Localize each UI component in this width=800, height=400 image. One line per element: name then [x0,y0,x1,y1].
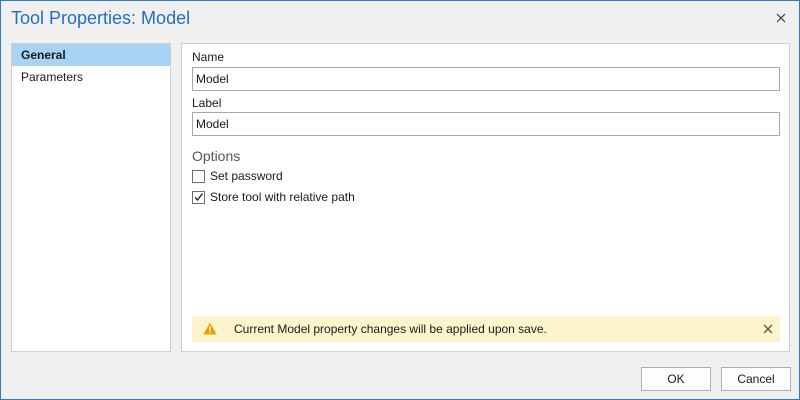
options-heading: Options [192,148,241,164]
sidebar-item-label: General [21,48,66,62]
label-field[interactable] [192,112,780,136]
set-password-checkbox[interactable]: Set password [192,168,283,184]
close-icon[interactable] [762,323,774,338]
sidebar-item-parameters[interactable]: Parameters [12,66,170,88]
sidebar-nav: General Parameters [11,43,171,352]
notification-banner: Current Model property changes will be a… [192,316,780,342]
cancel-button[interactable]: Cancel [721,367,791,391]
checkbox-checked[interactable] [192,190,205,204]
checkbox-unchecked[interactable] [192,169,205,183]
warning-icon [203,322,217,338]
sidebar-item-general[interactable]: General [12,44,170,66]
sidebar-item-label: Parameters [21,70,84,84]
store-relative-path-checkbox[interactable]: Store tool with relative path [192,189,355,205]
set-password-label: Set password [210,169,283,183]
name-field[interactable] [192,67,780,91]
notification-message: Current Model property changes will be a… [234,322,547,336]
close-icon[interactable] [773,10,789,26]
ok-button[interactable]: OK [641,367,711,391]
store-relative-path-label: Store tool with relative path [210,190,355,204]
label-label: Label [192,96,222,110]
checkmark-icon [194,192,204,201]
general-panel: Name Label Options Set password Store to… [181,43,790,352]
dialog-title: Tool Properties: Model [11,8,191,28]
name-label: Name [192,50,225,64]
tool-properties-dialog: Tool Properties: Model General Parameter… [0,0,800,400]
